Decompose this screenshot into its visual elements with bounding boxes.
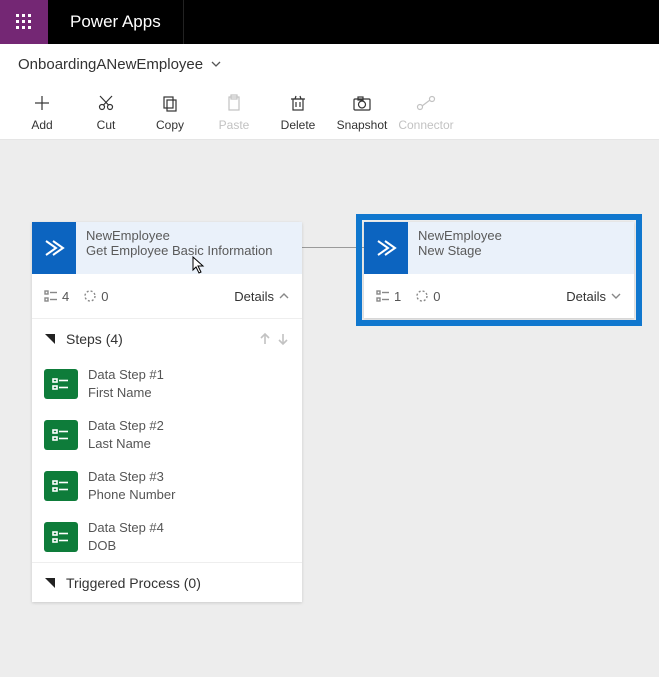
data-step[interactable]: Data Step #2 Last Name: [32, 409, 302, 460]
copy-icon: [161, 94, 179, 112]
steps-section-header[interactable]: Steps (4): [32, 318, 302, 358]
copy-button[interactable]: Copy: [138, 84, 202, 140]
form-icon: [44, 420, 78, 450]
waffle-icon: [16, 14, 32, 30]
app-title: Power Apps: [48, 0, 184, 44]
cut-label: Cut: [97, 118, 116, 132]
stage-details-toggle[interactable]: Details: [566, 289, 622, 304]
stage-card[interactable]: NewEmployee Get Employee Basic Informati…: [32, 222, 302, 602]
form-icon: [44, 471, 78, 501]
stage-entity: NewEmployee: [418, 228, 502, 243]
connector-button: Connector: [394, 84, 458, 140]
triggered-header-label: Triggered Process (0): [66, 575, 201, 591]
connector-icon: [416, 94, 436, 112]
step-field: Last Name: [88, 435, 164, 453]
data-step[interactable]: Data Step #4 DOB: [32, 511, 302, 562]
paste-label: Paste: [219, 118, 250, 132]
cut-button[interactable]: Cut: [74, 84, 138, 140]
stage-details-toggle[interactable]: Details: [234, 289, 290, 304]
step-label: Data Step #4: [88, 519, 164, 537]
process-count-icon: [415, 289, 429, 303]
stage-steps-count: 4: [62, 289, 69, 304]
stage-process-count: 0: [101, 289, 108, 304]
steps-count-icon: [376, 289, 390, 303]
plus-icon: [33, 94, 51, 112]
stage-card-selected[interactable]: NewEmployee New Stage 1 0 Details: [364, 222, 634, 318]
step-label: Data Step #1: [88, 366, 164, 384]
stage-process-count: 0: [433, 289, 440, 304]
process-count-icon: [83, 289, 97, 303]
arrow-down-icon: [276, 332, 290, 346]
steps-count-icon: [44, 289, 58, 303]
stage-name: New Stage: [418, 243, 502, 258]
triangle-down-icon: [44, 577, 56, 589]
step-label: Data Step #3: [88, 468, 175, 486]
flow-name[interactable]: OnboardingANewEmployee: [18, 56, 203, 73]
triggered-section-header[interactable]: Triggered Process (0): [32, 562, 302, 602]
chevron-up-icon: [278, 290, 290, 302]
scissors-icon: [97, 94, 115, 112]
stage-steps-count: 1: [394, 289, 401, 304]
triangle-down-icon: [44, 333, 56, 345]
chevron-down-icon: [610, 290, 622, 302]
delete-button[interactable]: Delete: [266, 84, 330, 140]
snapshot-label: Snapshot: [337, 118, 388, 132]
form-icon: [44, 522, 78, 552]
stage-chevron-icon: [364, 222, 408, 274]
trash-icon: [289, 94, 307, 112]
step-field: DOB: [88, 537, 164, 555]
snapshot-button[interactable]: Snapshot: [330, 84, 394, 140]
step-field: First Name: [88, 384, 164, 402]
form-icon: [44, 369, 78, 399]
details-label: Details: [566, 289, 606, 304]
paste-button: Paste: [202, 84, 266, 140]
clipboard-icon: [225, 94, 243, 112]
add-label: Add: [31, 118, 52, 132]
data-step[interactable]: Data Step #1 First Name: [32, 358, 302, 409]
details-label: Details: [234, 289, 274, 304]
arrow-up-icon: [258, 332, 272, 346]
step-label: Data Step #2: [88, 417, 164, 435]
canvas[interactable]: NewEmployee Get Employee Basic Informati…: [0, 140, 659, 677]
delete-label: Delete: [281, 118, 316, 132]
stage-chevron-icon: [32, 222, 76, 274]
data-step[interactable]: Data Step #3 Phone Number: [32, 460, 302, 511]
connector-label: Connector: [398, 118, 453, 132]
stage-connector: [302, 247, 364, 248]
step-field: Phone Number: [88, 486, 175, 504]
app-launcher-button[interactable]: [0, 0, 48, 44]
steps-header-label: Steps (4): [66, 331, 123, 347]
toolbar: Add Cut Copy Paste Delete Snapshot Conne…: [0, 84, 659, 140]
stage-entity: NewEmployee: [86, 228, 272, 243]
camera-icon: [352, 94, 372, 112]
stage-name: Get Employee Basic Information: [86, 243, 272, 258]
chevron-down-icon[interactable]: [209, 57, 223, 71]
copy-label: Copy: [156, 118, 184, 132]
add-button[interactable]: Add: [10, 84, 74, 140]
